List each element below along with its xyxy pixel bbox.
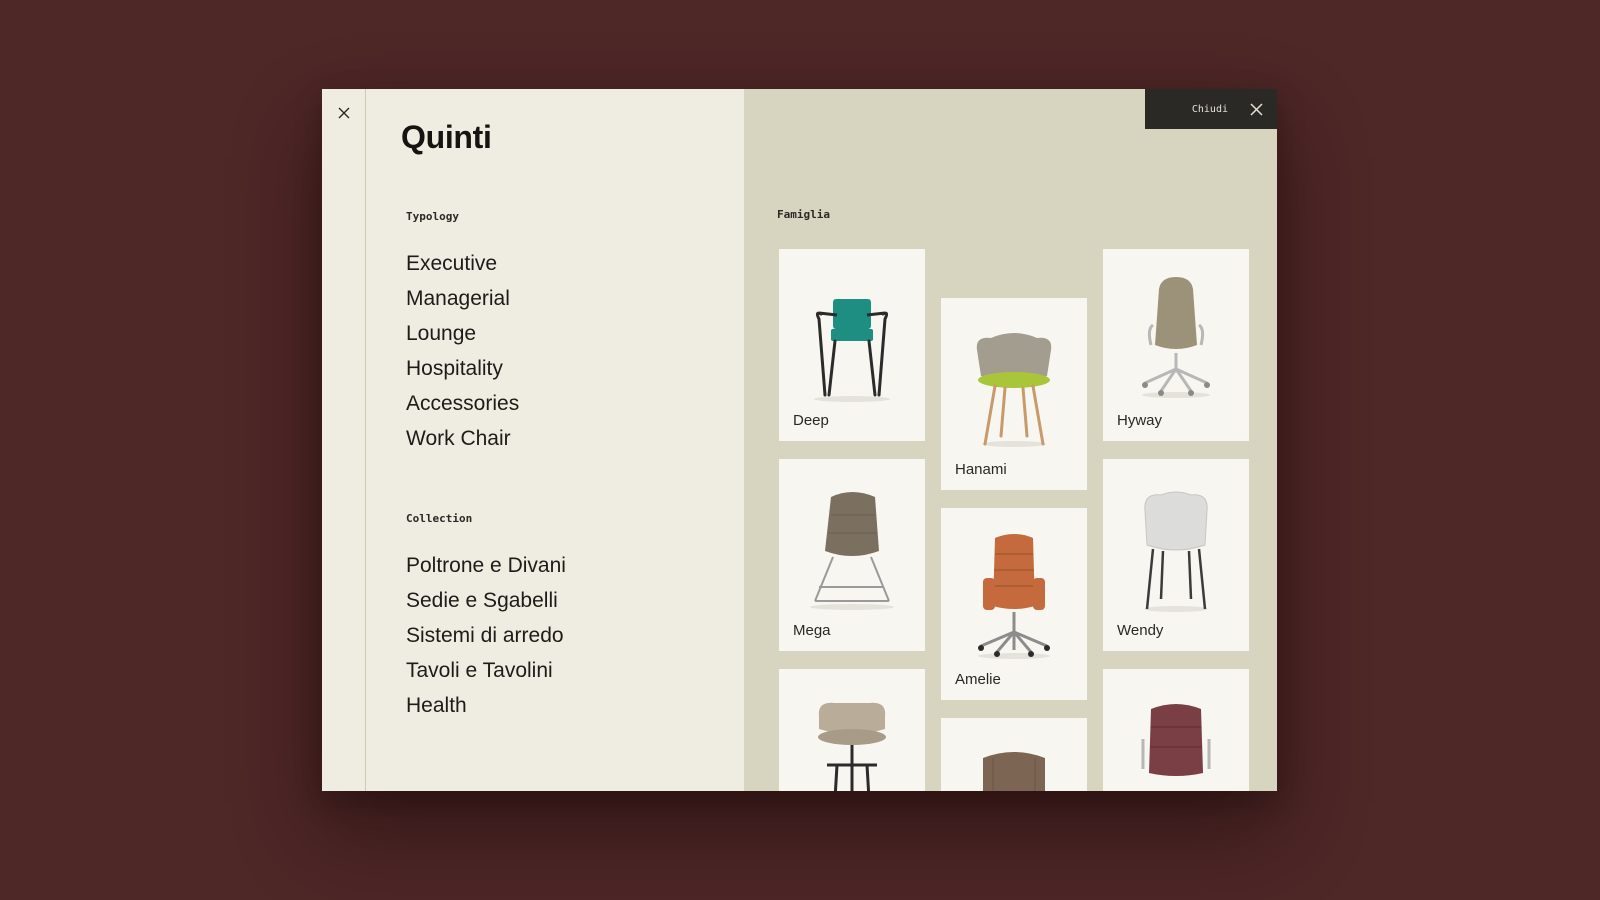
family-panel: Chiudi Famiglia Deep Mega Hanami Amelie … xyxy=(744,89,1277,791)
product-card-amelie[interactable]: Amelie xyxy=(941,508,1087,700)
typology-item-accessories[interactable]: Accessories xyxy=(406,386,519,421)
product-card-wendy[interactable]: Wendy xyxy=(1103,459,1249,651)
chair-image xyxy=(818,702,886,791)
collection-label: Collection xyxy=(406,512,473,525)
brand-logo[interactable]: Quinti xyxy=(401,119,492,156)
typology-item-work-chair[interactable]: Work Chair xyxy=(406,421,519,456)
close-button[interactable]: Chiudi xyxy=(1145,89,1277,129)
famiglia-label: Famiglia xyxy=(777,208,830,221)
collection-item-poltrone-divani[interactable]: Poltrone e Divani xyxy=(406,548,566,583)
collection-item-sistemi-arredo[interactable]: Sistemi di arredo xyxy=(406,618,566,653)
product-card-lounge-chair[interactable] xyxy=(941,718,1087,791)
collection-item-tavoli-tavolini[interactable]: Tavoli e Tavolini xyxy=(406,653,566,688)
card-name: Hyway xyxy=(1117,412,1163,429)
card-name: Amelie xyxy=(955,671,1001,688)
product-card-mega[interactable]: Mega xyxy=(779,459,925,651)
product-card-stool[interactable] xyxy=(779,669,925,791)
product-menu-modal: Quinti Typology Executive Managerial Lou… xyxy=(322,89,1277,791)
filter-panel: Quinti Typology Executive Managerial Lou… xyxy=(367,89,767,791)
typology-item-executive[interactable]: Executive xyxy=(406,246,519,281)
product-card-hyway[interactable]: Hyway xyxy=(1103,249,1249,441)
chair-image xyxy=(983,752,1045,791)
close-icon xyxy=(1250,102,1263,116)
card-name: Mega xyxy=(793,622,831,639)
close-button-label: Chiudi xyxy=(1191,103,1228,115)
typology-item-managerial[interactable]: Managerial xyxy=(406,281,519,316)
collection-item-health[interactable]: Health xyxy=(406,688,566,723)
product-card-hanami[interactable]: Hanami xyxy=(941,298,1087,490)
typology-item-lounge[interactable]: Lounge xyxy=(406,316,519,351)
card-name: Wendy xyxy=(1117,622,1164,639)
collection-item-sedie-sgabelli[interactable]: Sedie e Sgabelli xyxy=(406,583,566,618)
collection-list: Poltrone e Divani Sedie e Sgabelli Siste… xyxy=(406,548,566,723)
card-name: Hanami xyxy=(955,461,1007,478)
product-card-office-chair[interactable] xyxy=(1103,669,1249,791)
rail-close-button[interactable] xyxy=(334,103,354,123)
side-rail xyxy=(322,89,366,791)
typology-item-hospitality[interactable]: Hospitality xyxy=(406,351,519,386)
chair-backrest xyxy=(833,299,871,329)
typology-label: Typology xyxy=(406,210,459,223)
chair-image xyxy=(1141,704,1211,776)
typology-list: Executive Managerial Lounge Hospitality … xyxy=(406,246,519,456)
card-name: Deep xyxy=(793,412,829,429)
product-card-deep[interactable]: Deep xyxy=(779,249,925,441)
close-icon xyxy=(338,107,350,119)
